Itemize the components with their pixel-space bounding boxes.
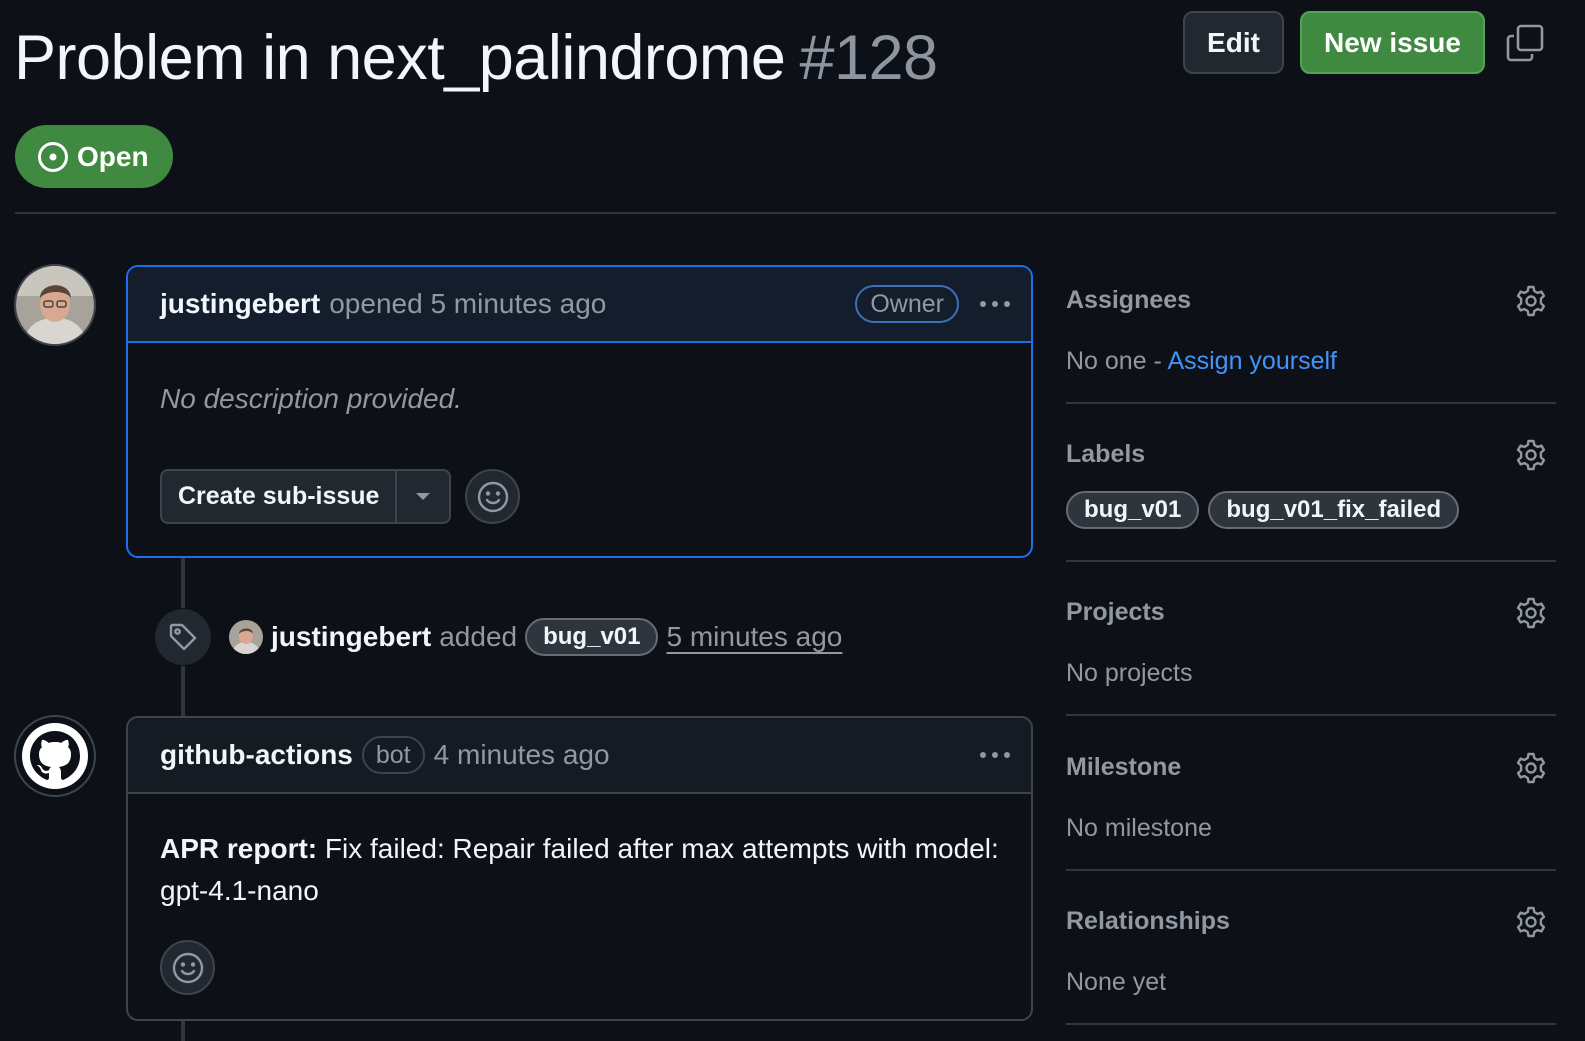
comment-author[interactable]: github-actions xyxy=(160,739,353,771)
comment-actions: Create sub-issue xyxy=(160,469,999,524)
comment-header: justingebert opened 5 minutes ago Owner xyxy=(128,267,1031,343)
comment-text: APR report: Fix failed: Repair failed af… xyxy=(160,828,999,912)
label-badge[interactable]: bug_v01 xyxy=(525,618,659,656)
comment-card: github-actions bot 4 minutes ago APR rep… xyxy=(126,716,1033,1021)
comment-body: No description provided. Create sub-issu… xyxy=(128,383,1031,524)
status-badge: Open xyxy=(15,125,173,188)
owner-badge: Owner xyxy=(855,285,959,323)
gear-icon[interactable] xyxy=(1514,751,1548,785)
smiley-icon xyxy=(477,481,509,512)
sidebar-labels: Labels bug_v01 bug_v01_fix_failed xyxy=(1066,438,1556,529)
comment-text-bold: APR report: xyxy=(160,833,318,864)
sidebar-divider xyxy=(1066,1023,1556,1025)
sidebar-divider xyxy=(1066,869,1556,871)
comment-action: opened 5 minutes ago xyxy=(329,288,607,319)
avatar[interactable] xyxy=(229,620,263,654)
event-author[interactable]: justingebert xyxy=(271,621,431,653)
sidebar-divider xyxy=(1066,560,1556,562)
sidebar-title: Assignees xyxy=(1066,286,1192,314)
comment-body: APR report: Fix failed: Repair failed af… xyxy=(128,828,1031,995)
timeline-line xyxy=(181,558,185,608)
avatar[interactable] xyxy=(14,264,96,346)
copy-icon[interactable] xyxy=(1506,24,1544,62)
bot-badge: bot xyxy=(361,736,425,774)
sidebar-value: No one - Assign yourself xyxy=(1066,347,1556,376)
sidebar-title: Milestone xyxy=(1066,753,1182,781)
gear-icon[interactable] xyxy=(1514,438,1548,472)
sidebar-milestone: Milestone No milestone xyxy=(1066,751,1556,843)
comment-author[interactable]: justingebert xyxy=(160,288,320,320)
gear-icon[interactable] xyxy=(1514,596,1548,630)
issue-page: Problem in next_palindrome #128 Edit New … xyxy=(0,0,1585,1041)
create-sub-issue-button[interactable]: Create sub-issue xyxy=(162,471,398,522)
timeline-line xyxy=(181,666,185,716)
gear-icon[interactable] xyxy=(1514,905,1548,939)
sidebar-value: None yet xyxy=(1066,968,1167,996)
add-reaction-button[interactable] xyxy=(160,940,215,995)
sidebar-divider xyxy=(1066,402,1556,404)
sidebar-divider xyxy=(1066,714,1556,716)
label-list: bug_v01 bug_v01_fix_failed xyxy=(1066,491,1556,529)
edit-button[interactable]: Edit xyxy=(1183,11,1284,74)
kebab-menu-icon[interactable] xyxy=(977,740,1013,770)
issue-number: #128 xyxy=(799,23,938,93)
timeline-line xyxy=(181,1021,185,1041)
issue-open-icon xyxy=(38,141,68,172)
event-verb: added xyxy=(439,621,518,652)
status-label: Open xyxy=(77,140,149,172)
chevron-down-icon[interactable] xyxy=(397,471,449,522)
issue-title: Problem in next_palindrome #128 xyxy=(14,20,938,96)
comment-text: No description provided. xyxy=(160,383,462,414)
smiley-icon xyxy=(172,952,203,983)
comment-card: justingebert opened 5 minutes ago Owner … xyxy=(126,265,1033,558)
issue-title-text: Problem in next_palindrome xyxy=(14,23,786,93)
comment-header: github-actions bot 4 minutes ago xyxy=(128,718,1031,794)
event-timestamp[interactable]: 5 minutes ago xyxy=(666,621,842,653)
sidebar-projects: Projects No projects xyxy=(1066,596,1556,688)
comment-timestamp[interactable]: 4 minutes ago xyxy=(434,739,610,771)
timeline-event-labeled: justingebert added bug_v01 5 minutes ago xyxy=(155,609,842,665)
tag-icon xyxy=(155,609,211,665)
new-issue-button[interactable]: New issue xyxy=(1300,11,1485,74)
assign-yourself-link[interactable]: Assign yourself xyxy=(1167,347,1337,375)
assignees-value: No one - xyxy=(1066,347,1168,375)
sidebar-assignees: Assignees No one - Assign yourself xyxy=(1066,284,1556,376)
github-logo-icon[interactable] xyxy=(14,715,96,797)
create-sub-issue-group: Create sub-issue xyxy=(160,469,452,524)
label-badge[interactable]: bug_v01 xyxy=(1066,491,1200,529)
gear-icon[interactable] xyxy=(1514,284,1548,318)
header-divider xyxy=(15,212,1556,214)
sidebar-title: Projects xyxy=(1066,598,1165,626)
add-reaction-button[interactable] xyxy=(465,469,521,524)
sidebar-value: No projects xyxy=(1066,659,1193,687)
sidebar-title: Labels xyxy=(1066,440,1146,468)
sidebar-title: Relationships xyxy=(1066,907,1230,935)
sidebar-relationships: Relationships None yet xyxy=(1066,905,1556,997)
label-badge[interactable]: bug_v01_fix_failed xyxy=(1208,491,1460,529)
kebab-menu-icon[interactable] xyxy=(977,289,1013,319)
sidebar-value: No milestone xyxy=(1066,814,1212,842)
